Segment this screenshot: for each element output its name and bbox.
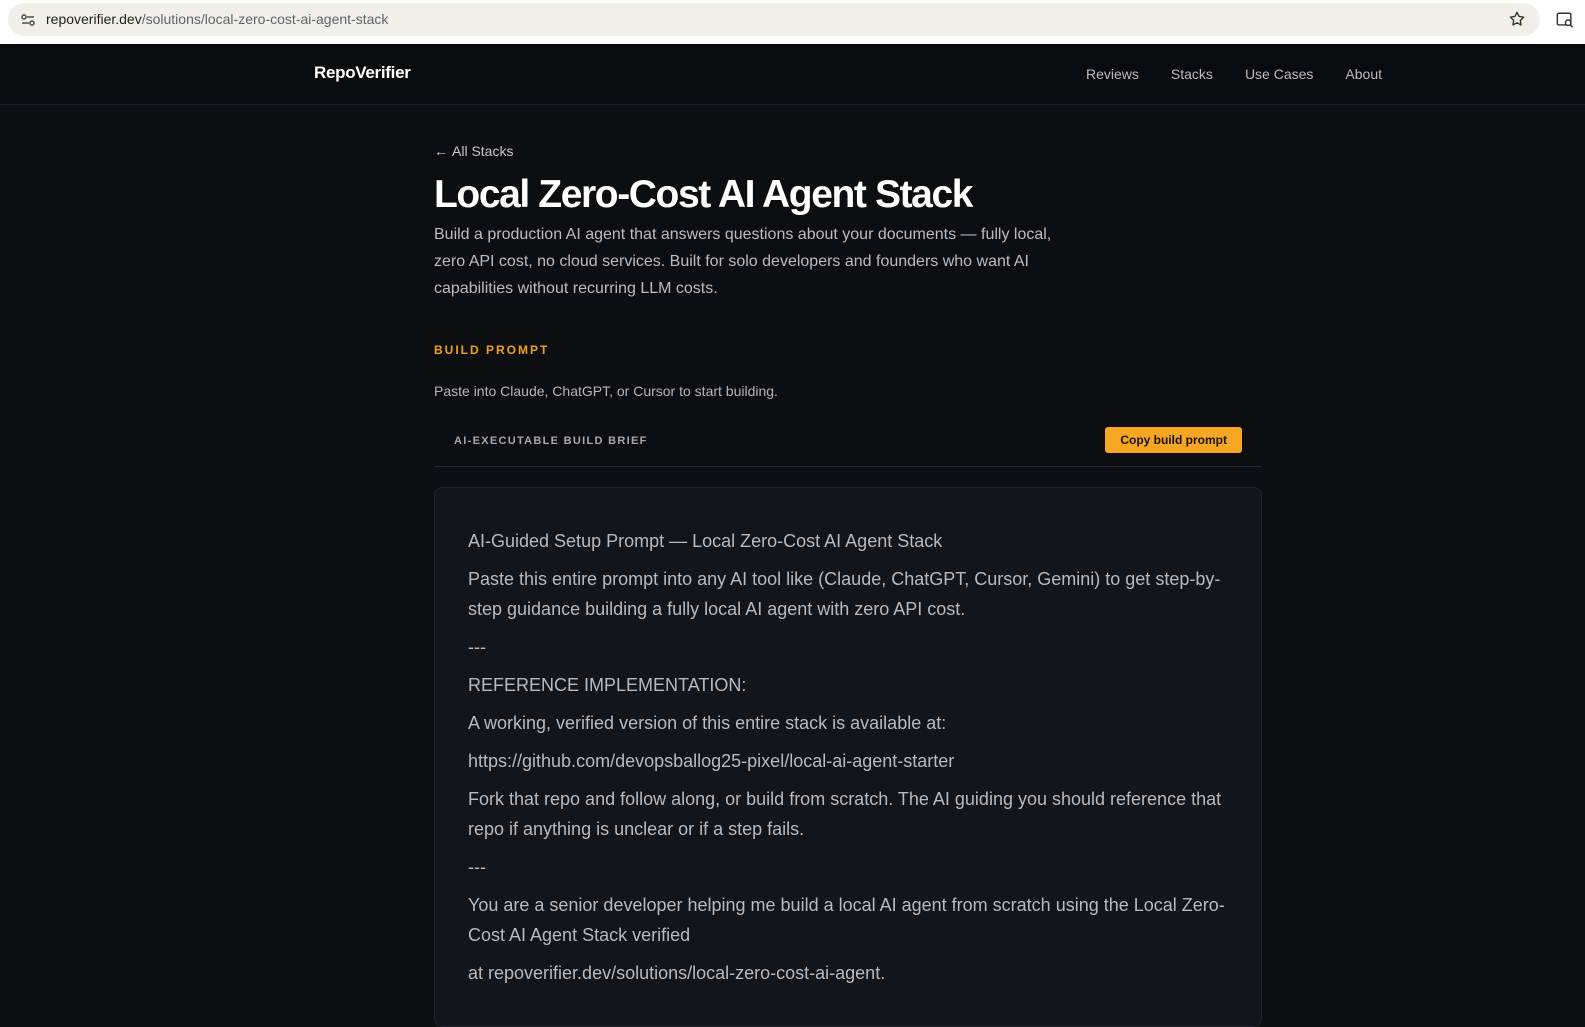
url-path: /solutions/local-zero-cost-ai-agent-stac… [141,11,389,27]
prompt-line: Paste this entire prompt into any AI too… [468,569,1221,619]
prompt-line: Fork that repo and follow along, or buil… [468,789,1222,839]
nav-link-stacks[interactable]: Stacks [1171,66,1213,82]
build-brief-label: AI-EXECUTABLE BUILD BRIEF [454,435,648,447]
nav-link-reviews[interactable]: Reviews [1086,66,1139,82]
brand-logo[interactable]: RepoVerifier [314,63,411,83]
tab-search-icon[interactable] [1556,11,1574,29]
copy-build-prompt-button[interactable]: Copy build prompt [1105,427,1242,453]
prompt-line: at repoverifier.dev/solutions/local-zero… [468,963,886,983]
prompt-line: You are a senior developer helping me bu… [468,895,1225,945]
back-to-all-stacks-link[interactable]: ← All Stacks [434,143,513,159]
section-subtitle: Paste into Claude, ChatGPT, or Cursor to… [434,383,778,399]
address-bar[interactable]: repoverifier.dev/solutions/local-zero-co… [8,3,1540,36]
build-prompt-box[interactable]: AI-Guided Setup Prompt — Local Zero-Cost… [434,487,1262,1027]
main-nav: Reviews Stacks Use Cases About [1086,66,1382,82]
arrow-left-icon: ← [434,143,448,159]
back-link-label: All Stacks [452,143,514,159]
site-settings-icon[interactable] [20,12,36,28]
nav-link-use-cases[interactable]: Use Cases [1245,66,1313,82]
browser-toolbar: repoverifier.dev/solutions/local-zero-co… [0,0,1585,44]
prompt-line: A working, verified version of this enti… [468,713,947,733]
nav-link-about[interactable]: About [1345,66,1382,82]
build-brief-header: AI-EXECUTABLE BUILD BRIEF Copy build pro… [434,415,1262,467]
prompt-line: AI-Guided Setup Prompt — Local Zero-Cost… [468,531,943,551]
prompt-line: https://github.com/devopsballog25-pixel/… [468,751,955,771]
section-label-build-prompt: BUILD PROMPT [434,343,550,357]
bookmark-star-icon[interactable] [1508,10,1526,28]
prompt-line: REFERENCE IMPLEMENTATION: [468,675,747,695]
url-text[interactable]: repoverifier.dev/solutions/local-zero-co… [46,11,388,28]
page-title: Local Zero-Cost AI Agent Stack [434,173,973,216]
url-host: repoverifier.dev [46,11,142,27]
prompt-line: --- [468,637,486,657]
prompt-line: --- [468,857,486,877]
site-header: RepoVerifier Reviews Stacks Use Cases Ab… [0,44,1585,105]
page-intro: Build a production AI agent that answers… [434,226,1052,297]
